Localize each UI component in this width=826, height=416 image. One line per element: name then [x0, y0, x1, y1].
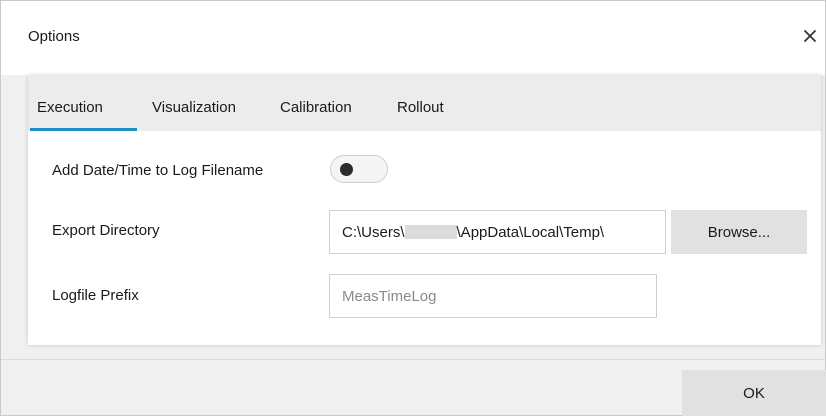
logfile-prefix-placeholder: MeasTimeLog	[342, 287, 437, 305]
footer-divider	[1, 359, 825, 360]
redacted-username	[404, 225, 457, 239]
active-tab-indicator	[30, 128, 137, 131]
tab-visualization[interactable]: Visualization	[152, 99, 236, 116]
export-directory-value-suffix: \AppData\Local\Temp\	[456, 223, 605, 241]
dialog-title: Options	[28, 28, 80, 45]
export-directory-field[interactable]: C:\Users\ \AppData\Local\Temp\	[329, 210, 666, 254]
ok-button[interactable]: OK	[682, 370, 826, 416]
close-button[interactable]	[797, 23, 823, 49]
export-directory-label: Export Directory	[52, 222, 160, 239]
add-datetime-toggle[interactable]	[330, 155, 388, 183]
tab-calibration[interactable]: Calibration	[280, 99, 352, 116]
toggle-knob	[340, 163, 353, 176]
logfile-prefix-field[interactable]: MeasTimeLog	[329, 274, 657, 318]
browse-button[interactable]: Browse...	[671, 210, 807, 254]
options-dialog: Options Execution Visualization Calibrat…	[0, 0, 826, 416]
add-datetime-label: Add Date/Time to Log Filename	[52, 162, 264, 179]
tab-strip: Execution Visualization Calibration Roll…	[28, 75, 821, 131]
title-bar: Options	[1, 1, 825, 75]
options-panel: Execution Visualization Calibration Roll…	[28, 75, 821, 345]
close-icon	[804, 30, 816, 42]
tab-execution[interactable]: Execution	[37, 99, 103, 116]
export-directory-value-prefix: C:\Users\	[342, 223, 405, 241]
tab-rollout[interactable]: Rollout	[397, 99, 444, 116]
logfile-prefix-label: Logfile Prefix	[52, 287, 139, 304]
